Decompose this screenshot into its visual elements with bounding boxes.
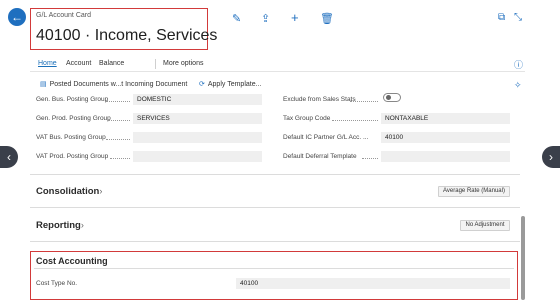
collapse-icon[interactable]: ⤡ [514,12,522,23]
field-leader [106,139,130,140]
consolidation-status-badge: Average Rate (Manual) [438,186,510,197]
consolidation-section-header[interactable]: Consolidation› [36,186,102,197]
tab-home[interactable]: Home [38,60,57,67]
chevron-right-icon: › [80,220,84,230]
section-divider [34,268,514,269]
scrollbar[interactable] [521,216,525,300]
cost-accounting-section-header[interactable]: Cost Accounting [36,256,108,266]
document-icon: ▤ [40,81,47,88]
section-divider [30,207,520,208]
exclude-from-sales-stats-label: Exclude from Sales Stats [283,96,356,103]
section-divider [30,174,520,175]
tab-more-options[interactable]: More options [163,60,203,67]
tax-group-code-field[interactable]: NONTAXABLE [381,113,510,124]
reporting-section-header[interactable]: Reporting› [36,220,84,231]
field-leader [332,120,378,121]
app-frame: ‹ › ← G/L Account Card 40100 · Income, S… [0,0,560,300]
template-icon: ⟳ [199,81,205,88]
field-leader [106,101,130,102]
page-caption: G/L Account Card [36,12,91,19]
posted-documents-action[interactable]: ▤ Posted Documents w...t Incoming Documen… [40,80,187,88]
pin-icon[interactable]: ✧ [514,80,522,91]
vat-prod-posting-group-field[interactable] [133,151,262,162]
gen-prod-posting-group-field[interactable]: SERVICES [133,113,262,124]
edit-icon[interactable]: ✎ [232,12,241,25]
reporting-status-badge: No Adjustment [460,220,510,231]
tabs-separator [155,59,156,69]
page-title: 40100 · Income, Services [36,27,218,44]
default-ic-partner-label: Default IC Partner G/L Acc. ... [283,134,369,141]
consolidation-title: Consolidation [36,186,100,197]
exclude-from-sales-stats-toggle[interactable] [383,93,401,102]
tab-balance[interactable]: Balance [99,60,124,67]
default-ic-partner-field[interactable]: 40100 [381,132,510,143]
add-icon[interactable]: + [291,10,299,25]
gen-bus-posting-group-label: Gen. Bus. Posting Group [36,96,109,103]
chevron-right-icon: › [99,186,103,196]
vat-bus-posting-group-field[interactable] [133,132,262,143]
cost-type-no-label: Cost Type No. [36,280,78,287]
open-new-icon[interactable]: ⧉ [498,12,505,23]
reporting-title: Reporting [36,220,81,231]
back-arrow-icon[interactable]: ← [8,8,26,26]
apply-template-action[interactable]: ⟳ Apply Template... [199,80,261,88]
gen-bus-posting-group-field[interactable]: DOMESTIC [133,94,262,105]
gen-prod-posting-group-label: Gen. Prod. Posting Group [36,115,111,122]
tax-group-code-label: Tax Group Code [283,115,331,122]
vat-prod-posting-group-label: VAT Prod. Posting Group [36,153,109,160]
default-deferral-template-field[interactable] [381,151,510,162]
info-icon[interactable]: ⓘ [514,58,523,71]
field-leader [362,158,378,159]
cost-type-no-field[interactable]: 40100 [236,278,510,289]
tab-account[interactable]: Account [66,60,91,67]
section-divider [30,241,520,242]
default-deferral-template-label: Default Deferral Template [283,153,357,160]
field-leader [108,120,130,121]
posted-documents-label: Posted Documents w...t Incoming Document [49,81,188,88]
delete-icon[interactable]: 🗑 [320,12,334,25]
tabs-divider [30,71,525,72]
next-record-arrow-icon[interactable]: › [542,146,560,168]
vat-bus-posting-group-label: VAT Bus. Posting Group [36,134,106,141]
previous-record-arrow-icon[interactable]: ‹ [0,146,18,168]
field-leader [350,101,378,102]
share-icon[interactable]: ⇪ [261,12,270,25]
field-leader [110,158,130,159]
apply-template-label: Apply Template... [207,81,262,88]
